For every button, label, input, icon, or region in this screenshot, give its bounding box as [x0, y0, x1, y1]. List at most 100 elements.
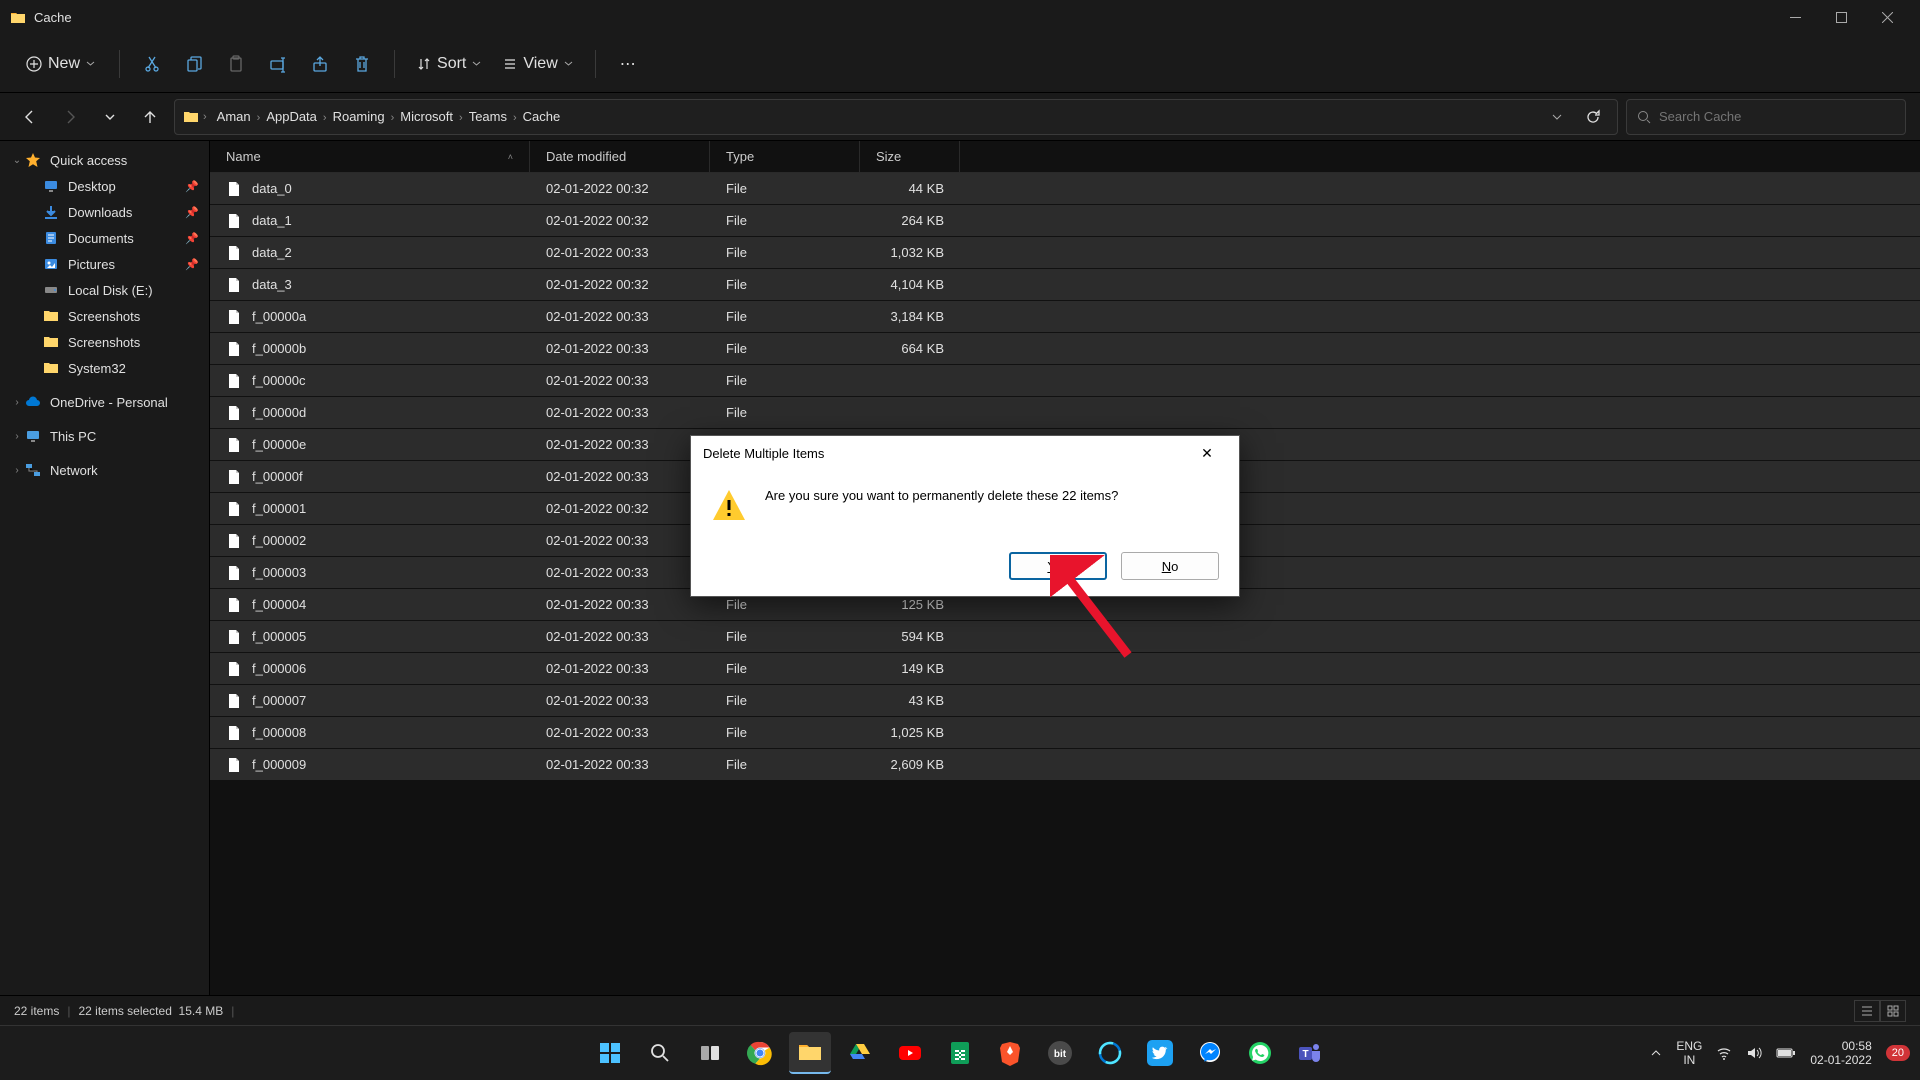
tray-clock[interactable]: 00:5802-01-2022: [1810, 1039, 1871, 1068]
file-date: 02-01-2022 00:32: [530, 501, 710, 516]
sidebar-item[interactable]: Pictures📌: [0, 251, 209, 277]
sidebar-item[interactable]: Screenshots: [0, 329, 209, 355]
sort-button[interactable]: Sort: [407, 49, 491, 79]
column-type[interactable]: Type: [710, 141, 860, 172]
sidebar-item-label: Downloads: [68, 205, 132, 220]
whatsapp-icon[interactable]: [1239, 1032, 1281, 1074]
search-input[interactable]: [1659, 109, 1895, 124]
recent-button[interactable]: [94, 101, 126, 133]
taskbar: bit T ENGIN 00:5802-01-2022 20: [0, 1025, 1920, 1080]
file-type: File: [710, 213, 860, 228]
breadcrumb-item[interactable]: Cache: [517, 105, 567, 128]
file-icon: [226, 309, 242, 325]
tray-overflow-button[interactable]: [1650, 1047, 1662, 1059]
sidebar-network[interactable]: › Network: [0, 457, 209, 483]
minimize-button[interactable]: [1772, 0, 1818, 35]
messenger-icon[interactable]: [1189, 1032, 1231, 1074]
dialog-yes-button[interactable]: Yes: [1009, 552, 1107, 580]
breadcrumb-item[interactable]: Aman: [211, 105, 257, 128]
sidebar-item[interactable]: Downloads📌: [0, 199, 209, 225]
delete-button[interactable]: [342, 44, 382, 84]
twitter-icon[interactable]: [1139, 1032, 1181, 1074]
address-bar[interactable]: › Aman›AppData›Roaming›Microsoft›Teams›C…: [174, 99, 1618, 135]
refresh-button[interactable]: [1577, 101, 1609, 133]
file-row[interactable]: data_2 02-01-2022 00:33 File 1,032 KB: [210, 237, 1920, 269]
thumbnails-view-button[interactable]: [1880, 1000, 1906, 1022]
file-row[interactable]: data_0 02-01-2022 00:32 File 44 KB: [210, 173, 1920, 205]
cortana-icon[interactable]: [1089, 1032, 1131, 1074]
paste-button[interactable]: [216, 44, 256, 84]
search-box[interactable]: [1626, 99, 1906, 135]
sidebar-item[interactable]: Screenshots: [0, 303, 209, 329]
column-size[interactable]: Size: [860, 141, 960, 172]
notification-badge[interactable]: 20: [1886, 1045, 1910, 1061]
up-button[interactable]: [134, 101, 166, 133]
breadcrumb-item[interactable]: Microsoft: [394, 105, 459, 128]
sidebar-item[interactable]: Documents📌: [0, 225, 209, 251]
sidebar-item-label: Local Disk (E:): [68, 283, 153, 298]
brave-icon[interactable]: [989, 1032, 1031, 1074]
file-name: f_000007: [252, 693, 306, 708]
sidebar-thispc[interactable]: › This PC: [0, 423, 209, 449]
file-row[interactable]: data_1 02-01-2022 00:32 File 264 KB: [210, 205, 1920, 237]
dialog-close-button[interactable]: ✕: [1187, 436, 1227, 470]
volume-icon[interactable]: [1746, 1045, 1762, 1061]
sidebar-item[interactable]: Desktop📌: [0, 173, 209, 199]
start-button[interactable]: [589, 1032, 631, 1074]
file-size: 664 KB: [860, 341, 960, 356]
file-size: 1,025 KB: [860, 725, 960, 740]
dialog-no-button[interactable]: No: [1121, 552, 1219, 580]
sidebar-item[interactable]: Local Disk (E:): [0, 277, 209, 303]
close-button[interactable]: [1864, 0, 1910, 35]
tray-language[interactable]: ENGIN: [1676, 1039, 1702, 1068]
file-row[interactable]: f_000006 02-01-2022 00:33 File 149 KB: [210, 653, 1920, 685]
column-date[interactable]: Date modified: [530, 141, 710, 172]
file-row[interactable]: f_000009 02-01-2022 00:33 File 2,609 KB: [210, 749, 1920, 781]
share-button[interactable]: [300, 44, 340, 84]
file-row[interactable]: f_000005 02-01-2022 00:33 File 594 KB: [210, 621, 1920, 653]
back-button[interactable]: [14, 101, 46, 133]
chrome-icon[interactable]: [739, 1032, 781, 1074]
sidebar-item[interactable]: System32: [0, 355, 209, 381]
view-button[interactable]: View: [493, 49, 582, 79]
address-dropdown-button[interactable]: [1541, 101, 1573, 133]
maximize-button[interactable]: [1818, 0, 1864, 35]
column-name[interactable]: Name˄: [210, 141, 530, 172]
file-row[interactable]: f_000008 02-01-2022 00:33 File 1,025 KB: [210, 717, 1920, 749]
new-button[interactable]: New: [14, 49, 107, 79]
view-icon: [503, 57, 517, 71]
file-row[interactable]: f_00000d 02-01-2022 00:33 File: [210, 397, 1920, 429]
sheets-icon[interactable]: [939, 1032, 981, 1074]
drive-icon[interactable]: [839, 1032, 881, 1074]
breadcrumb-item[interactable]: Roaming: [327, 105, 391, 128]
file-row[interactable]: f_000007 02-01-2022 00:33 File 43 KB: [210, 685, 1920, 717]
rename-button[interactable]: [258, 44, 298, 84]
bit-icon[interactable]: bit: [1039, 1032, 1081, 1074]
battery-icon[interactable]: [1776, 1047, 1796, 1059]
file-row[interactable]: f_00000c 02-01-2022 00:33 File: [210, 365, 1920, 397]
wifi-icon[interactable]: [1716, 1045, 1732, 1061]
breadcrumb-item[interactable]: AppData: [260, 105, 323, 128]
more-button[interactable]: ⋯: [608, 44, 648, 84]
new-label: New: [48, 55, 80, 73]
youtube-icon[interactable]: [889, 1032, 931, 1074]
file-name: f_00000a: [252, 309, 306, 324]
sidebar-onedrive[interactable]: › OneDrive - Personal: [0, 389, 209, 415]
file-row[interactable]: f_00000a 02-01-2022 00:33 File 3,184 KB: [210, 301, 1920, 333]
file-explorer-icon[interactable]: [789, 1032, 831, 1074]
cut-button[interactable]: [132, 44, 172, 84]
sidebar-quick-access[interactable]: ⌄ Quick access: [0, 147, 209, 173]
copy-button[interactable]: [174, 44, 214, 84]
chevron-down-icon: [472, 59, 481, 68]
file-row[interactable]: data_3 02-01-2022 00:32 File 4,104 KB: [210, 269, 1920, 301]
details-view-button[interactable]: [1854, 1000, 1880, 1022]
teams-icon[interactable]: T: [1289, 1032, 1331, 1074]
search-button[interactable]: [639, 1032, 681, 1074]
file-name: data_1: [252, 213, 292, 228]
task-view-button[interactable]: [689, 1032, 731, 1074]
forward-button[interactable]: [54, 101, 86, 133]
file-size: 43 KB: [860, 693, 960, 708]
file-row[interactable]: f_00000b 02-01-2022 00:33 File 664 KB: [210, 333, 1920, 365]
breadcrumb-item[interactable]: Teams: [463, 105, 513, 128]
file-date: 02-01-2022 00:33: [530, 757, 710, 772]
